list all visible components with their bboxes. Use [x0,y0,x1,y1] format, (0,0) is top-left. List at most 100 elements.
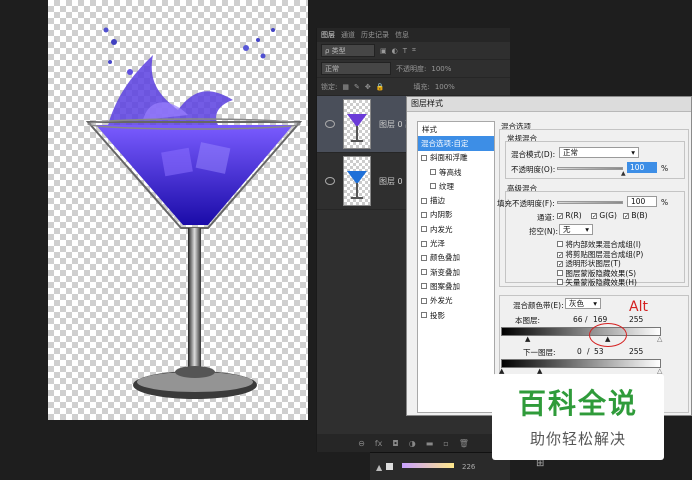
fill-opacity-input[interactable]: 100 [627,196,657,207]
option-layer-mask-hides[interactable]: 图层蒙版隐藏效果(S) [557,268,683,278]
tab-layers[interactable]: 图层 [321,30,335,40]
style-item-contour[interactable]: 等高线 [418,165,494,179]
checkbox[interactable] [430,169,436,176]
trash-icon[interactable]: 🗑 [459,439,469,448]
checkbox[interactable] [421,254,427,261]
style-item-texture[interactable]: 纹理 [418,179,494,193]
fill-opacity-slider[interactable] [557,201,623,204]
this-layer-black-slider-left[interactable]: ▲ [525,335,530,343]
channel-g-checkbox[interactable]: G(G) [591,211,617,220]
checkbox[interactable] [421,226,427,233]
blend-if-select[interactable]: 灰色 ▾ [565,298,601,309]
layer-name[interactable]: 图层 0 [379,176,403,187]
checkbox[interactable] [591,213,597,219]
style-item-blending-options[interactable]: 混合选项:自定 [418,136,494,151]
option-blend-clipped[interactable]: 将剪贴图层混合成组(P) [557,249,683,259]
this-layer-black-low: 66 [573,315,583,324]
visibility-eye-icon[interactable] [325,120,335,128]
checkbox[interactable] [421,240,427,247]
style-item-drop-shadow[interactable]: 投影 [418,308,494,322]
checkbox[interactable] [421,269,427,276]
chevron-down-icon: ▾ [593,299,597,308]
slider-thumb[interactable]: ▲ [621,170,626,177]
checkbox[interactable] [557,251,563,258]
underlying-mid: 53 [594,347,604,356]
filter-type-icon[interactable]: T [403,47,407,55]
checkbox[interactable] [557,269,563,276]
filter-adjust-icon[interactable]: ◐ [392,47,398,55]
knockout-select[interactable]: 无 ▾ [559,224,593,235]
underlying-sep: / [587,347,590,356]
lock-pixels-icon[interactable]: ▦ [342,83,349,91]
style-item-color-overlay[interactable]: 颜色叠加 [418,251,494,265]
option-transparency-shapes[interactable]: 透明形状图层(T) [557,258,683,268]
style-item-inner-shadow[interactable]: 内阴影 [418,208,494,222]
channel-b-checkbox[interactable]: B(B) [623,211,648,220]
style-item-bevel-emboss[interactable]: 斜面和浮雕 [418,151,494,165]
lock-all-icon[interactable]: 🔒 [376,83,385,91]
filter-shape-icon[interactable]: ⌗ [412,46,416,55]
this-layer-white-slider[interactable]: △ [657,335,662,343]
filter-row: ρ 类型 ▣ ◐ T ⌗ [317,42,510,60]
blend-if-label: 混合颜色带(E): [513,301,564,310]
checkbox[interactable] [623,213,629,219]
blend-mode-value: 正常 [563,148,578,157]
visibility-eye-icon[interactable] [325,177,335,185]
underlying-gradient-ramp [501,359,661,368]
style-item-satin[interactable]: 光泽 [418,236,494,250]
underlying-layer-label: 下一图层: [523,348,556,357]
watermark-subtitle: 助你轻松解决 [529,430,626,448]
checkbox[interactable] [557,241,563,247]
folder-icon[interactable]: ▬ [426,439,434,448]
mask-icon[interactable]: ◘ [392,439,398,448]
checkbox[interactable] [557,261,563,267]
style-item-outer-glow[interactable]: 外发光 [418,294,494,308]
channel-r-checkbox[interactable]: R(R) [557,211,582,220]
checkbox[interactable] [421,283,427,290]
checkbox[interactable] [557,213,563,219]
checkbox[interactable] [421,197,427,204]
lock-move-icon[interactable]: ✥ [365,83,371,91]
this-layer-white: 255 [629,315,644,324]
checkbox[interactable] [557,279,563,285]
tab-info[interactable]: 信息 [395,30,409,40]
adjust-icon[interactable]: ◑ [409,439,416,448]
checkbox[interactable] [430,183,436,190]
style-list-header[interactable]: 样式 [418,122,494,136]
blend-mode-label: 混合模式(D): [511,150,556,159]
percent-sign: % [661,164,669,173]
opacity-slider[interactable] [557,167,623,170]
opacity-label: 不透明度(O): [511,165,556,174]
document-canvas[interactable] [48,0,308,420]
blend-mode-select[interactable]: 正常 [321,62,391,75]
tab-history[interactable]: 历史记录 [361,30,389,40]
new-layer-icon[interactable]: ▫ [443,439,448,448]
blend-mode-select[interactable]: 正常 ▾ [559,147,639,158]
fill-value[interactable]: 100% [435,83,455,91]
style-item-inner-glow[interactable]: 内发光 [418,222,494,236]
tab-channels[interactable]: 通道 [341,30,355,40]
chevron-down-icon: ▾ [585,225,589,234]
lock-row: 锁定: ▦ ✎ ✥ 🔒 填充: 100% [317,78,510,96]
filter-kind-select[interactable]: ρ 类型 [321,44,375,57]
style-item-stroke[interactable]: 描边 [418,193,494,207]
filter-image-icon[interactable]: ▣ [380,47,387,55]
fx-icon[interactable]: fx [375,439,383,448]
link-icon[interactable]: ⊖ [358,439,365,448]
style-item-gradient-overlay[interactable]: 渐变叠加 [418,265,494,279]
checkbox[interactable] [421,312,427,318]
opacity-value[interactable]: 100% [431,65,451,73]
status-strip: ▲ 226 [370,452,510,480]
option-blend-interior[interactable]: 将内部效果混合成组(I) [557,239,683,249]
gradient-bar [402,463,454,468]
layer-thumbnail [343,99,371,149]
checkbox[interactable] [421,154,427,161]
checkbox[interactable] [421,211,427,218]
lock-brush-icon[interactable]: ✎ [354,83,360,91]
blend-row: 正常 不透明度: 100% [317,60,510,78]
checkbox[interactable] [421,297,427,304]
style-item-pattern-overlay[interactable]: 图案叠加 [418,279,494,293]
option-vector-mask-hides[interactable]: 矢量蒙版隐藏效果(H) [557,277,683,287]
opacity-input[interactable]: 100 [627,162,657,173]
cocktail-glass-image [85,27,303,399]
